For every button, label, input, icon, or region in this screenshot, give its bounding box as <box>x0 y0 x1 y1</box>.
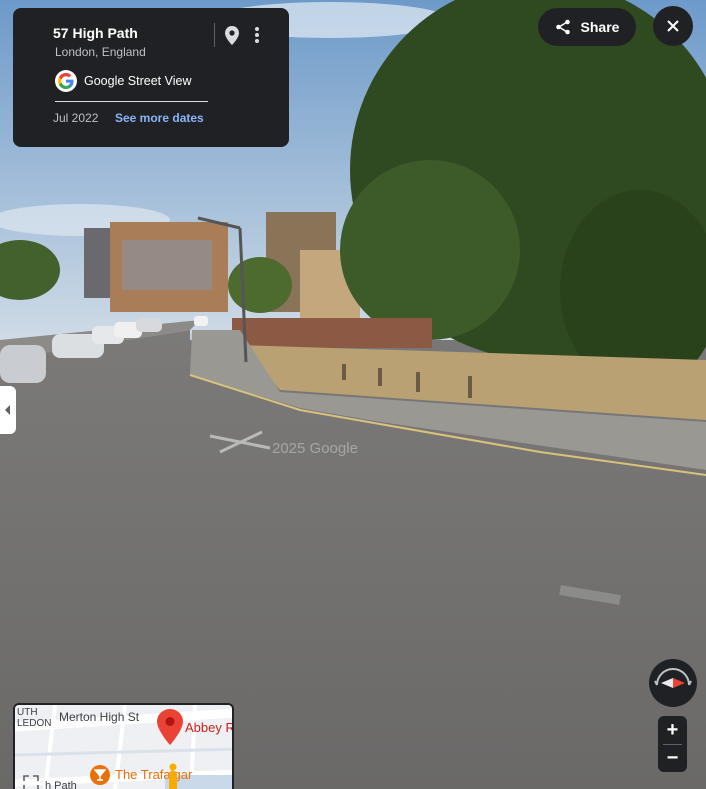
map-label-high-path: h Path <box>45 780 77 789</box>
map-label-uth: UTH <box>17 707 38 718</box>
pegman-icon <box>169 763 177 789</box>
google-g-icon <box>55 70 77 92</box>
map-label-ledon: LEDON <box>17 718 52 729</box>
address-title: 57 High Path <box>53 25 138 41</box>
cocktail-icon <box>90 765 110 785</box>
card-divider-horizontal <box>55 101 208 102</box>
fullscreen-icon <box>23 775 39 789</box>
pin-icon <box>225 25 239 45</box>
close-button[interactable] <box>653 6 693 46</box>
card-divider <box>214 23 215 47</box>
zoom-controls: + − <box>658 716 687 772</box>
share-button[interactable]: Share <box>538 8 636 46</box>
map-pin-icon <box>157 709 183 745</box>
street-view-source: Google Street View <box>55 70 191 92</box>
minimap[interactable]: UTH LEDON Merton High St h Path Abbey R … <box>13 703 234 789</box>
capture-date: Jul 2022 <box>53 111 99 125</box>
kebab-icon <box>255 27 259 43</box>
show-on-map-button[interactable] <box>221 24 243 46</box>
chevron-left-icon <box>5 405 10 415</box>
collapse-panel-tab[interactable] <box>0 386 16 434</box>
see-more-dates-link[interactable]: See more dates <box>115 111 204 125</box>
copyright-watermark: 2025 Google <box>272 440 358 457</box>
source-label: Google Street View <box>84 74 192 88</box>
zoom-out-button[interactable]: − <box>658 745 687 772</box>
map-label-merton-high-st: Merton High St <box>59 710 140 724</box>
share-icon <box>555 19 570 35</box>
map-label-abbey: Abbey R <box>185 720 234 735</box>
compass-icon <box>654 668 692 688</box>
zoom-in-button[interactable]: + <box>658 717 687 744</box>
address-subtitle: London, England <box>55 45 146 59</box>
share-label: Share <box>580 19 620 35</box>
location-info-card: 57 High Path London, England Google Stre… <box>13 8 289 147</box>
compass-control[interactable] <box>649 659 697 707</box>
more-options-button[interactable] <box>248 24 266 46</box>
close-icon <box>667 20 679 32</box>
